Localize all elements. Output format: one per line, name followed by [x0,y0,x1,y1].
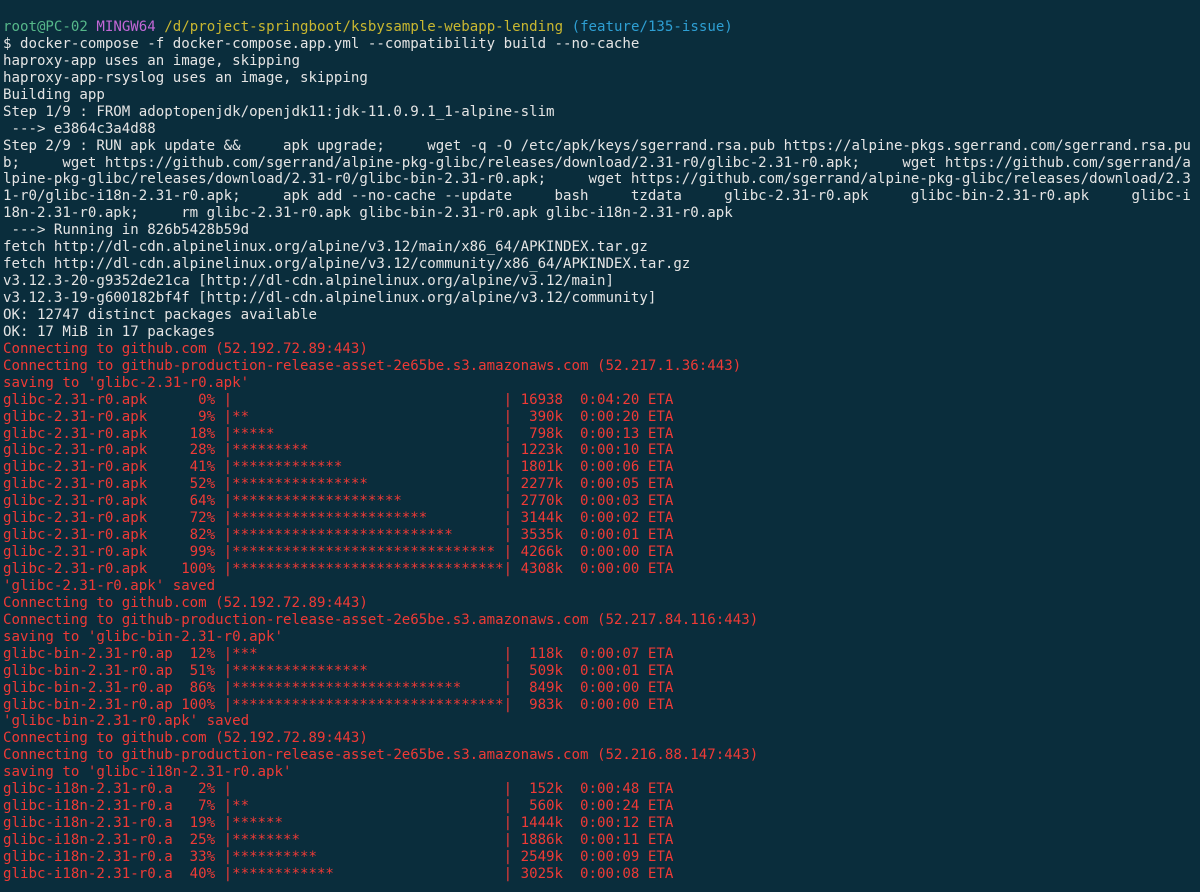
output-line: glibc-2.31-r0.apk 72% |*****************… [3,510,674,527]
output-line: v3.12.3-19-g600182bf4f [http://dl-cdn.al… [3,290,657,306]
output-line: glibc-i18n-2.31-r0.a 7% |** | 560k 0:00:… [3,798,674,815]
output-line: glibc-2.31-r0.apk 28% |********* | 1223k… [3,442,674,459]
output-line: saving to 'glibc-bin-2.31-r0.apk' [3,628,284,645]
output-line: Connecting to github-production-release-… [3,747,759,764]
terminal-output: $ docker-compose -f docker-compose.app.y… [3,36,1200,883]
output-line: glibc-bin-2.31-r0.ap 86% |**************… [3,679,674,696]
prompt-path: /d/project-springboot/ksbysample-webapp-… [164,19,564,35]
output-line: glibc-2.31-r0.apk 100% |****************… [3,561,674,577]
output-line: $ docker-compose -f docker-compose.app.y… [3,35,640,52]
output-line: Step 1/9 : FROM adoptopenjdk/openjdk11:j… [3,103,555,120]
output-line: fetch http://dl-cdn.alpinelinux.org/alpi… [3,239,648,256]
output-line: 1-r0/glibc-i18n-2.31-r0.apk; apk add --n… [3,188,1191,205]
output-line: Connecting to github-production-release-… [3,611,759,628]
prompt-shell: MINGW64 [96,19,156,35]
output-line: haproxy-app-rsyslog uses an image, skipp… [3,69,368,86]
output-line: saving to 'glibc-i18n-2.31-r0.apk' [3,764,292,781]
output-line: Connecting to github.com (52.192.72.89:4… [3,730,368,747]
output-line: glibc-i18n-2.31-r0.a 33% |********** | 2… [3,848,674,865]
output-line: glibc-2.31-r0.apk 41% |************* | 1… [3,459,674,476]
output-line: Building app [3,86,105,103]
output-line: glibc-2.31-r0.apk 52% |**************** … [3,476,674,493]
output-line: v3.12.3-20-g9352de21ca [http://dl-cdn.al… [3,273,614,290]
output-line: glibc-2.31-r0.apk 0% | | 16938 0:04:20 E… [3,391,674,408]
output-line: glibc-i18n-2.31-r0.a 19% |****** | 1444k… [3,815,674,832]
output-line: OK: 17 MiB in 17 packages [3,323,216,340]
output-line: Connecting to github-production-release-… [3,357,742,374]
output-line: lpine-pkg-glibc/releases/download/2.31-r… [3,171,1191,188]
output-line: Step 2/9 : RUN apk update && apk upgrade… [3,137,1191,154]
output-line: 18n-2.31-r0.apk; rm glibc-2.31-r0.apk gl… [3,205,733,222]
output-line: glibc-2.31-r0.apk 18% |***** | 798k 0:00… [3,425,674,442]
output-line: glibc-bin-2.31-r0.ap 51% |**************… [3,662,674,679]
output-line: ---> Running in 826b5428b59d [3,222,250,239]
output-line: b; wget https://github.com/sgerrand/alpi… [3,154,1191,171]
output-line: haproxy-app uses an image, skipping [3,52,300,69]
output-line: glibc-2.31-r0.apk 9% |** | 390k 0:00:20 … [3,408,674,425]
output-line: OK: 12747 distinct packages available [3,306,317,323]
output-line: ---> e3864c3a4d88 [3,120,156,137]
output-line: 'glibc-bin-2.31-r0.apk' saved [3,713,250,730]
prompt-line: root@PC-02 MINGW64 /d/project-springboot… [3,19,1200,36]
output-line: glibc-bin-2.31-r0.ap 12% |*** | 118k 0:0… [3,645,674,662]
output-line: glibc-2.31-r0.apk 99% |*****************… [3,544,674,561]
output-line: glibc-bin-2.31-r0.ap 100% |*************… [3,696,674,713]
output-line: glibc-i18n-2.31-r0.a 40% |************ |… [3,865,674,882]
output-line: glibc-2.31-r0.apk 64% |*****************… [3,493,674,510]
prompt-user-host: root@PC-02 [3,19,88,35]
output-line: glibc-2.31-r0.apk 82% |*****************… [3,527,674,544]
prompt-git-branch: (feature/135-issue) [571,19,733,35]
output-line: fetch http://dl-cdn.alpinelinux.org/alpi… [3,256,691,273]
output-line: 'glibc-2.31-r0.apk' saved [3,577,216,594]
output-line: saving to 'glibc-2.31-r0.apk' [3,374,250,391]
output-line: glibc-i18n-2.31-r0.a 25% |******** | 188… [3,832,674,848]
output-line: Connecting to github.com (52.192.72.89:4… [3,340,368,357]
output-line: Connecting to github.com (52.192.72.89:4… [3,594,368,611]
output-line: glibc-i18n-2.31-r0.a 2% | | 152k 0:00:48… [3,781,674,798]
terminal-window[interactable]: root@PC-02 MINGW64 /d/project-springboot… [0,0,1200,892]
